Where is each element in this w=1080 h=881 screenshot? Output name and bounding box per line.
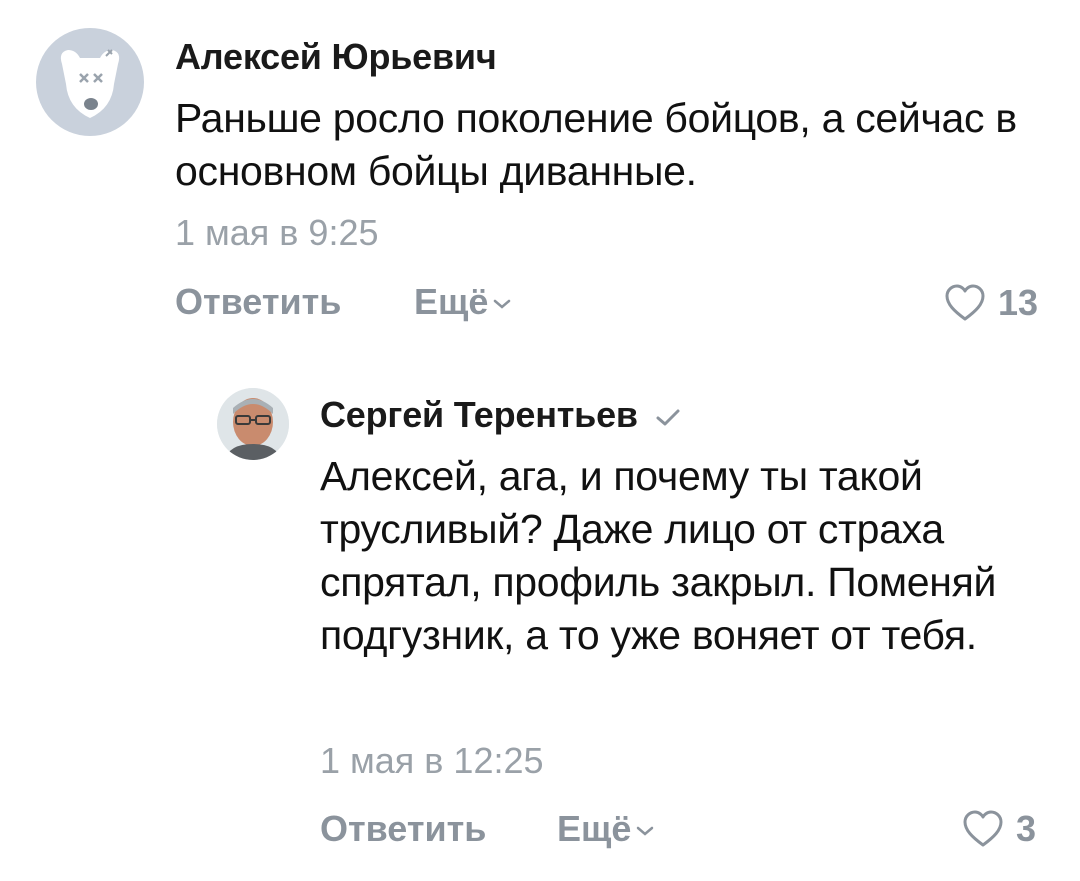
like-button[interactable]: 13 bbox=[944, 282, 1038, 324]
like-button[interactable]: 3 bbox=[962, 808, 1036, 850]
comment-1: Алексей Юрьевич Раньше росло поколение б… bbox=[0, 0, 1080, 360]
author-name-text: Сергей Терентьев bbox=[320, 394, 638, 435]
comment-text: Раньше росло поколение бойцов, а сейчас … bbox=[175, 95, 1017, 194]
comment-date: 1 мая в 12:25 bbox=[320, 740, 544, 781]
reply-label: Ответить bbox=[175, 281, 342, 322]
reply-label: Ответить bbox=[320, 808, 487, 849]
comment-author-name[interactable]: Сергей Терентьев bbox=[320, 394, 682, 436]
avatar-alexey[interactable] bbox=[36, 28, 144, 136]
chevron-down-icon bbox=[494, 300, 511, 310]
chevron-down-icon bbox=[637, 827, 654, 837]
profile-photo-icon bbox=[217, 388, 289, 460]
comment-author-name[interactable]: Алексей Юрьевич bbox=[175, 36, 497, 78]
comment-2: Сергей Терентьев Алексей, ага, и почему … bbox=[0, 360, 1080, 881]
more-button[interactable]: Ещё bbox=[414, 281, 512, 323]
more-button[interactable]: Ещё bbox=[557, 808, 655, 850]
comment-date: 1 мая в 9:25 bbox=[175, 212, 379, 253]
more-label: Ещё bbox=[414, 281, 489, 322]
comment-text: Алексей, ага, и почему ты такой трусливы… bbox=[320, 453, 997, 658]
verified-check-icon bbox=[656, 409, 680, 426]
like-count: 3 bbox=[1016, 808, 1037, 849]
avatar-sergey[interactable] bbox=[217, 388, 289, 460]
heart-icon bbox=[963, 810, 1003, 847]
heart-icon bbox=[945, 284, 985, 321]
reply-button[interactable]: Ответить bbox=[320, 808, 486, 850]
more-label: Ещё bbox=[557, 808, 632, 849]
deactivated-dog-avatar-icon bbox=[60, 49, 120, 118]
like-count: 13 bbox=[998, 282, 1039, 323]
reply-button[interactable]: Ответить bbox=[175, 281, 341, 323]
